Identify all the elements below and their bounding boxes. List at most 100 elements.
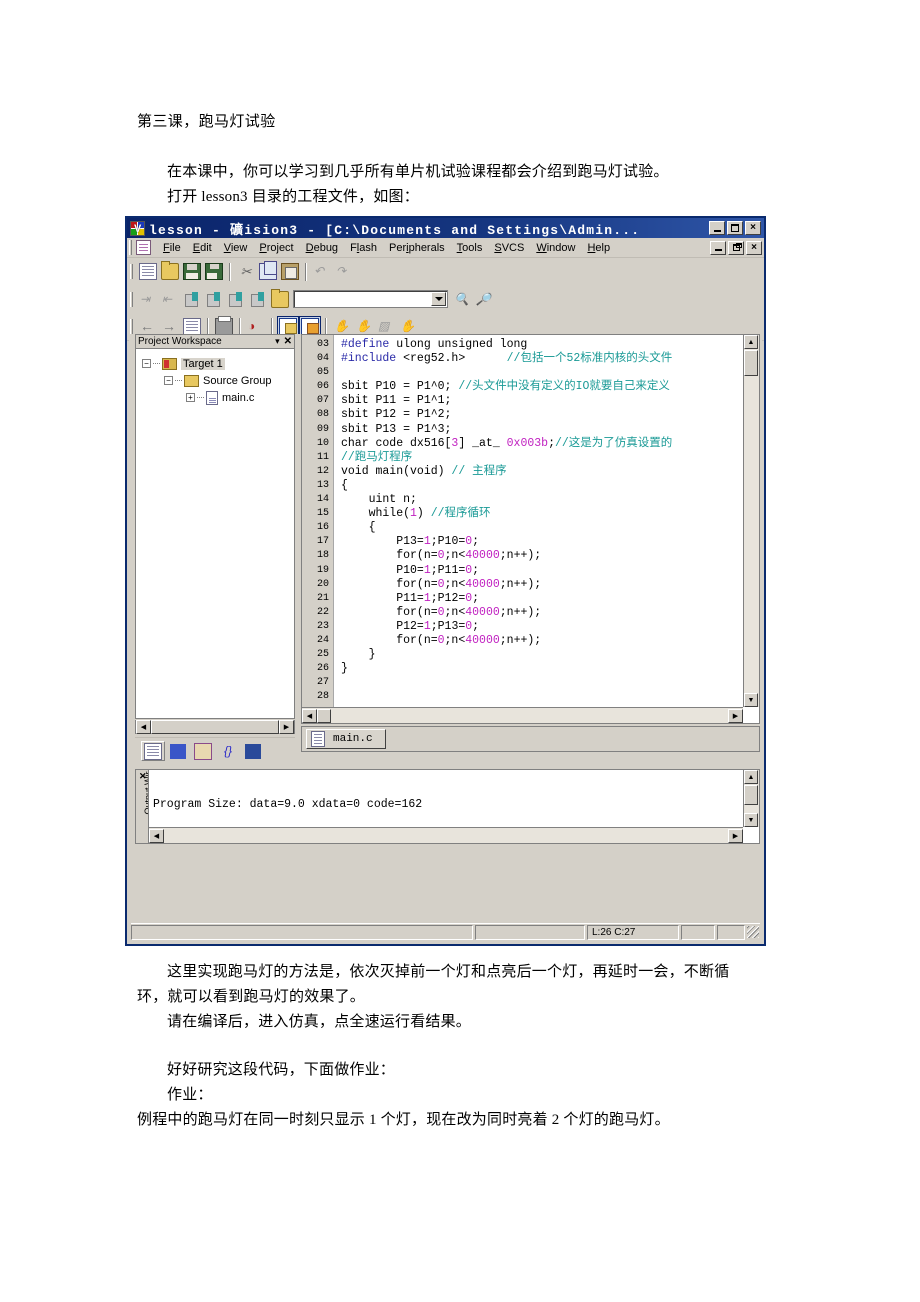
output-vscrollbar[interactable]: ▲ ▼ [743, 770, 759, 827]
menu-edit[interactable]: Edit [187, 241, 218, 255]
toolbar-grip[interactable] [130, 264, 134, 279]
line-number: 17 [316, 536, 329, 548]
redo-button[interactable]: ↷ [333, 261, 355, 282]
status-cell-a [475, 924, 585, 940]
templates-tab[interactable] [241, 741, 265, 761]
clear-bookmarks-button[interactable] [247, 289, 269, 310]
file-tab-mainc[interactable]: main.c [306, 729, 386, 749]
save-file-button[interactable] [181, 261, 203, 282]
editor-vscrollbar[interactable]: ▲ ▼ [743, 335, 759, 707]
scroll-right-button[interactable]: ▶ [728, 828, 743, 843]
project-tree[interactable]: − Target 1 − Source Group + main.c [135, 348, 295, 719]
tree-node-source-group[interactable]: − Source Group [142, 372, 294, 389]
outdent-button[interactable]: ⇤ [159, 289, 181, 310]
new-file-button[interactable] [137, 261, 159, 282]
search-combo[interactable] [293, 290, 448, 308]
scroll-down-button[interactable]: ▼ [744, 693, 758, 707]
expander-icon[interactable]: − [164, 376, 173, 385]
menu-help[interactable]: Help [581, 241, 616, 255]
save-disk-icon [183, 263, 201, 280]
close-icon[interactable]: ✕ [284, 336, 292, 347]
caption-buttons: × [709, 221, 762, 235]
indent-button[interactable]: ⇥ [137, 289, 159, 310]
mdi-close-button[interactable]: × [746, 240, 762, 255]
copy-button[interactable] [257, 261, 279, 282]
menu-window[interactable]: Window [530, 241, 581, 255]
code-line: #include <reg52.h> //包括一个52标准内核的头文件 [341, 352, 743, 366]
cut-button[interactable]: ✂ [235, 261, 257, 282]
printer-icon [215, 316, 233, 335]
menu-tools[interactable]: Tools [451, 241, 489, 255]
scroll-right-button[interactable]: ▶ [279, 720, 294, 734]
line-number: 23 [316, 620, 329, 632]
editor-hscrollbar[interactable]: ◀ ▶ [302, 707, 743, 723]
code-token: ;P12= [430, 591, 466, 605]
next-bookmark-button[interactable] [203, 289, 225, 310]
maximize-button[interactable] [727, 221, 743, 235]
undo-button[interactable]: ↶ [311, 261, 333, 282]
code-token: 40000 [465, 605, 500, 619]
chevron-down-icon[interactable] [431, 292, 446, 306]
regs-tab[interactable] [166, 741, 190, 761]
tree-line [197, 396, 204, 399]
scroll-down-button[interactable]: ▼ [744, 813, 758, 827]
open-file-button[interactable] [159, 261, 181, 282]
expander-icon[interactable]: − [142, 359, 151, 368]
toolbar-grip[interactable] [130, 319, 134, 334]
menu-svcs[interactable]: SVCS [488, 241, 530, 255]
expander-icon[interactable]: + [186, 393, 195, 402]
vscroll-thumb[interactable] [744, 350, 758, 376]
scroll-left-button[interactable]: ◀ [302, 708, 317, 723]
close-button[interactable]: × [745, 221, 761, 235]
toolbar-grip[interactable] [130, 291, 134, 307]
menubar-grip[interactable] [129, 240, 133, 255]
toggle-bookmark-button[interactable] [181, 289, 203, 310]
output-window: ✕ Output Wir Program Size: data=9.0 xdat… [135, 769, 760, 844]
vscroll-thumb[interactable] [744, 785, 758, 805]
scroll-up-button[interactable]: ▲ [744, 335, 758, 349]
menu-project[interactable]: Project [253, 241, 299, 255]
mdi-restore-button[interactable] [728, 240, 744, 255]
prev-bookmark-button[interactable] [225, 289, 247, 310]
menu-flash[interactable]: Flash [344, 241, 383, 255]
code-token: ] _at_ [458, 436, 507, 450]
books-tab[interactable] [191, 741, 215, 761]
tree-node-mainc[interactable]: + main.c [142, 389, 294, 406]
tree-node-target[interactable]: − Target 1 [142, 355, 294, 372]
pin-dropdown-icon[interactable]: ▾ [275, 336, 280, 347]
scroll-left-button[interactable]: ◀ [136, 720, 151, 734]
bookmark-prev-icon [228, 291, 244, 307]
code-token: 40000 [465, 577, 500, 591]
files-page-icon [144, 742, 162, 760]
scroll-right-button[interactable]: ▶ [728, 708, 743, 723]
menu-view[interactable]: View [218, 241, 254, 255]
code-line: for(n=0;n<40000;n++); [341, 634, 743, 648]
menu-peripherals[interactable]: Peripherals [383, 241, 451, 255]
output-hscrollbar[interactable]: ◀ ▶ [149, 827, 743, 843]
minimize-button[interactable] [709, 221, 725, 235]
menu-file[interactable]: File [157, 241, 187, 255]
code-token: 1 [423, 563, 431, 577]
scroll-left-button[interactable]: ◀ [149, 828, 164, 843]
project-tree-hscrollbar[interactable]: ◀ ▶ [135, 720, 295, 734]
templates-icon [245, 743, 261, 759]
output-window-sidebar: ✕ Output Wir [135, 769, 153, 844]
save-all-button[interactable] [203, 261, 225, 282]
find-next-button[interactable]: 🔎 [473, 289, 495, 310]
resize-grip-icon[interactable] [747, 926, 759, 938]
files-tab[interactable] [141, 741, 165, 761]
scroll-up-button[interactable]: ▲ [744, 770, 758, 784]
functions-tab[interactable]: {} [216, 741, 240, 761]
tree-label-source-group: Source Group [203, 374, 272, 387]
mdi-minimize-button[interactable] [710, 240, 726, 255]
source-code[interactable]: #define ulong unsigned long #include <reg… [334, 335, 743, 707]
window-title: lesson - 礦ision3 - [C:\Documents and Set… [149, 222, 641, 238]
find-in-files-button[interactable] [269, 288, 291, 310]
find-button[interactable]: 🔍 [451, 289, 473, 310]
status-cursor-position: L:26 C:27 [587, 924, 679, 940]
code-token: 1 [423, 619, 431, 633]
menu-debug[interactable]: Debug [300, 241, 344, 255]
paste-button[interactable] [279, 261, 301, 282]
code-editor-pane[interactable]: 03 04 05 06 07 08 09 10 11 12 13 14 15 16 17 18 19 20 21 22… [301, 334, 760, 724]
hscroll-thumb[interactable] [317, 708, 331, 723]
